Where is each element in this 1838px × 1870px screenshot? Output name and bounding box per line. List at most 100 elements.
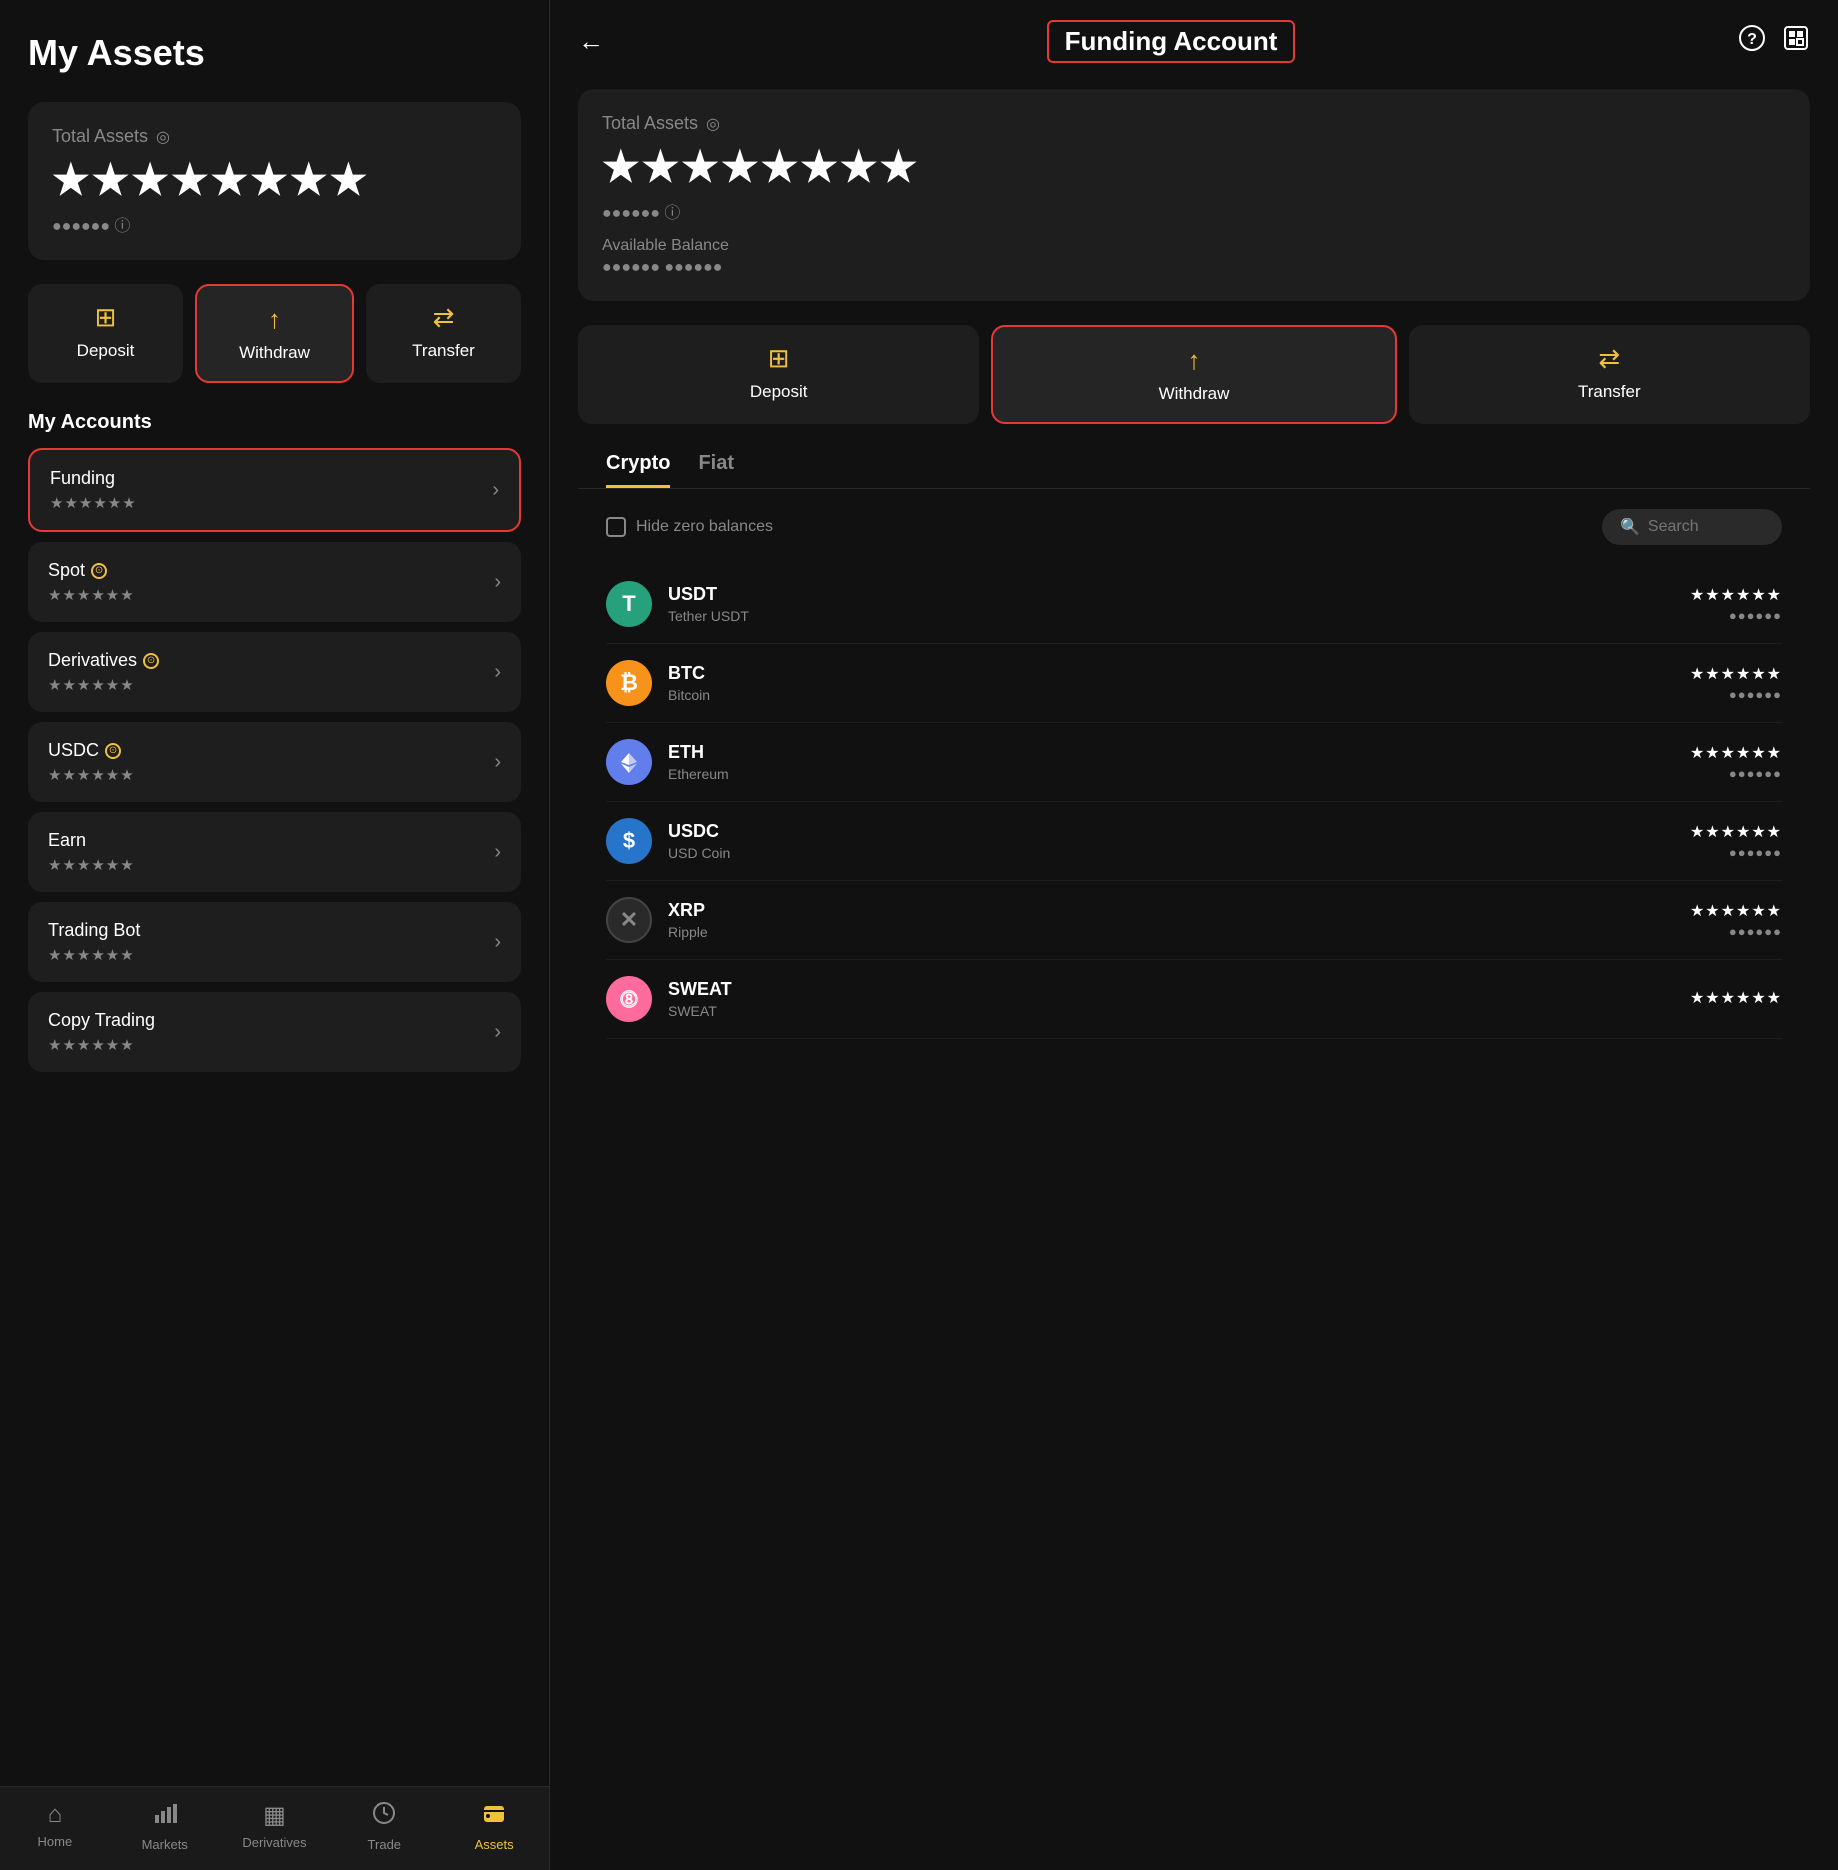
account-name-usdc: USDC ⊙ [48, 740, 135, 761]
assets-sub-right: ●●●●●● ⓘ [602, 199, 1786, 223]
nav-label-home: Home [38, 1834, 73, 1849]
tab-fiat[interactable]: Fiat [698, 452, 734, 488]
btc-balance-main: ★★★★★★ [1690, 664, 1782, 684]
eye-icon-right[interactable]: ◎ [706, 114, 720, 134]
crypto-item-xrp[interactable]: ✕ XRP Ripple ★★★★★★ ●●●●●● [606, 881, 1782, 960]
left-panel: My Assets Total Assets ◎ ★★★★★★★★ ●●●●●●… [0, 0, 550, 1870]
deposit-button-right[interactable]: ⊞ Deposit [578, 325, 979, 424]
help-button[interactable]: ? [1738, 24, 1766, 59]
sweat-balance-main: ★★★★★★ [1690, 988, 1782, 1008]
assets-value-left: ★★★★★★★★ [52, 155, 497, 204]
deposit-button-left[interactable]: ⊞ Deposit [28, 284, 183, 383]
nav-label-markets: Markets [142, 1837, 188, 1852]
my-accounts-title: My Accounts [28, 411, 521, 434]
total-assets-label-right: Total Assets [602, 113, 698, 134]
assets-icon [482, 1801, 506, 1832]
hide-zero-checkbox[interactable] [606, 517, 626, 537]
account-item-trading-bot[interactable]: Trading Bot ★★★★★★ › [28, 902, 521, 982]
deposit-label-right: Deposit [750, 382, 808, 402]
crypto-item-sweat[interactable]: ⓼ SWEAT SWEAT ★★★★★★ [606, 960, 1782, 1039]
nav-item-derivatives[interactable]: ▦ Derivatives [220, 1801, 330, 1852]
deposit-label-left: Deposit [77, 341, 135, 361]
xrp-fullname: Ripple [668, 924, 1674, 940]
sweat-logo: ⓼ [606, 976, 652, 1022]
crypto-item-btc[interactable]: ₿ BTC Bitcoin ★★★★★★ ●●●●●● [606, 644, 1782, 723]
xrp-logo: ✕ [606, 897, 652, 943]
arrow-icon-derivatives: › [494, 661, 501, 684]
account-item-copy-trading[interactable]: Copy Trading ★★★★★★ › [28, 992, 521, 1072]
action-buttons-left: ⊞ Deposit ↑ Withdraw ⇄ Transfer [28, 284, 521, 383]
account-value-derivatives: ★★★★★★ [48, 676, 159, 694]
crypto-item-usdt[interactable]: T USDT Tether USDT ★★★★★★ ●●●●●● [606, 565, 1782, 644]
nav-item-trade[interactable]: Trade [329, 1801, 439, 1852]
usdc-name: USDC [668, 821, 1674, 842]
withdraw-label-right: Withdraw [1159, 384, 1230, 404]
account-item-usdc[interactable]: USDC ⊙ ★★★★★★ › [28, 722, 521, 802]
btc-balance-sub: ●●●●●● [1729, 687, 1782, 702]
available-balance-value: ●●●●●● ●●●●●● [602, 259, 1786, 277]
btc-fullname: Bitcoin [668, 687, 1674, 703]
crypto-item-usdc[interactable]: $ USDC USD Coin ★★★★★★ ●●●●●● [606, 802, 1782, 881]
account-name-copy-trading: Copy Trading [48, 1010, 155, 1031]
withdraw-button-left[interactable]: ↑ Withdraw [195, 284, 354, 383]
available-balance-label: Available Balance [602, 237, 1786, 255]
eth-balance-main: ★★★★★★ [1690, 743, 1782, 763]
arrow-icon-earn: › [494, 841, 501, 864]
nav-item-home[interactable]: ⌂ Home [0, 1801, 110, 1852]
withdraw-button-right[interactable]: ↑ Withdraw [991, 325, 1396, 424]
settings-button[interactable] [1782, 24, 1810, 59]
nav-label-assets: Assets [475, 1837, 514, 1852]
account-value-funding: ★★★★★★ [50, 494, 137, 512]
account-name-funding: Funding [50, 468, 137, 489]
info-dot-usdc: ⊙ [105, 743, 121, 759]
usdt-balance-main: ★★★★★★ [1690, 585, 1782, 605]
info-dot-derivatives: ⊙ [143, 653, 159, 669]
account-value-copy-trading: ★★★★★★ [48, 1036, 155, 1054]
account-name-spot: Spot ⊙ [48, 560, 135, 581]
btc-logo: ₿ [606, 660, 652, 706]
crypto-item-eth[interactable]: ETH Ethereum ★★★★★★ ●●●●●● [606, 723, 1782, 802]
back-button[interactable]: ← [578, 26, 604, 57]
home-icon: ⌂ [48, 1801, 63, 1829]
derivatives-icon: ▦ [263, 1801, 286, 1830]
account-item-derivatives[interactable]: Derivatives ⊙ ★★★★★★ › [28, 632, 521, 712]
action-buttons-right: ⊞ Deposit ↑ Withdraw ⇄ Transfer [578, 325, 1810, 424]
withdraw-label-left: Withdraw [239, 343, 310, 363]
nav-item-markets[interactable]: Markets [110, 1801, 220, 1852]
arrow-icon-trading-bot: › [494, 931, 501, 954]
svg-text:?: ? [1747, 31, 1757, 48]
account-item-earn[interactable]: Earn ★★★★★★ › [28, 812, 521, 892]
account-value-trading-bot: ★★★★★★ [48, 946, 140, 964]
arrow-icon-spot: › [494, 571, 501, 594]
crypto-fiat-tabs: Crypto Fiat [578, 452, 1810, 489]
account-name-derivatives: Derivatives ⊙ [48, 650, 159, 671]
transfer-button-left[interactable]: ⇄ Transfer [366, 284, 521, 383]
eth-logo [606, 739, 652, 785]
transfer-label-left: Transfer [412, 341, 475, 361]
eye-icon-left[interactable]: ◎ [156, 127, 170, 147]
transfer-icon-right: ⇄ [1598, 343, 1620, 374]
withdraw-icon-left: ↑ [268, 304, 281, 335]
usdt-name: USDT [668, 584, 1674, 605]
search-input[interactable] [1648, 518, 1764, 536]
account-item-spot[interactable]: Spot ⊙ ★★★★★★ › [28, 542, 521, 622]
withdraw-icon-right: ↑ [1187, 345, 1200, 376]
account-value-spot: ★★★★★★ [48, 586, 135, 604]
account-item-funding[interactable]: Funding ★★★★★★ › [28, 448, 521, 532]
assets-sub-left: ●●●●●● ⓘ [52, 212, 497, 236]
assets-card-left: Total Assets ◎ ★★★★★★★★ ●●●●●● ⓘ [28, 102, 521, 260]
nav-label-derivatives: Derivatives [242, 1835, 306, 1850]
hide-zero-label: Hide zero balances [636, 518, 773, 536]
tab-crypto[interactable]: Crypto [606, 452, 670, 488]
search-icon: 🔍 [1620, 517, 1640, 537]
search-box[interactable]: 🔍 [1602, 509, 1782, 545]
total-assets-label-left: Total Assets [52, 126, 148, 147]
account-name-earn: Earn [48, 830, 135, 851]
nav-item-assets[interactable]: Assets [439, 1801, 549, 1852]
assets-card-right: Total Assets ◎ ★★★★★★★★ ●●●●●● ⓘ Availab… [578, 89, 1810, 301]
usdc-balance-main: ★★★★★★ [1690, 822, 1782, 842]
usdc-balance-sub: ●●●●●● [1729, 845, 1782, 860]
assets-value-right: ★★★★★★★★ [602, 142, 1786, 191]
transfer-button-right[interactable]: ⇄ Transfer [1409, 325, 1810, 424]
account-value-usdc: ★★★★★★ [48, 766, 135, 784]
